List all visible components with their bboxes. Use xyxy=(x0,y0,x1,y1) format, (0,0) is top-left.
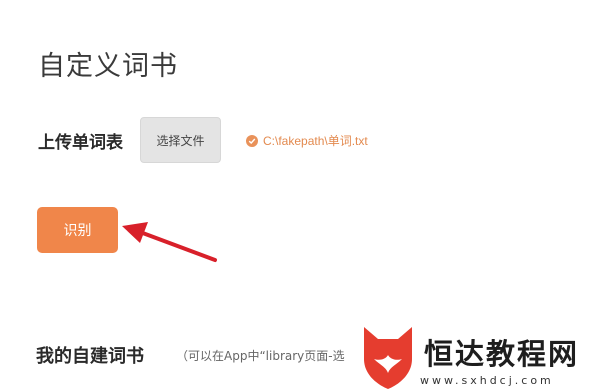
watermark-text: 恒达教程网 xyxy=(424,337,580,371)
watermark: 恒达教程网 www.sxhdcj.com xyxy=(356,321,600,392)
fox-heart-logo xyxy=(364,327,412,389)
section-hint: （可以在App中“library页面-选 xyxy=(176,349,345,363)
section-title: 我的自建词书 xyxy=(36,346,144,367)
watermark-url: www.sxhdcj.com xyxy=(420,374,554,387)
